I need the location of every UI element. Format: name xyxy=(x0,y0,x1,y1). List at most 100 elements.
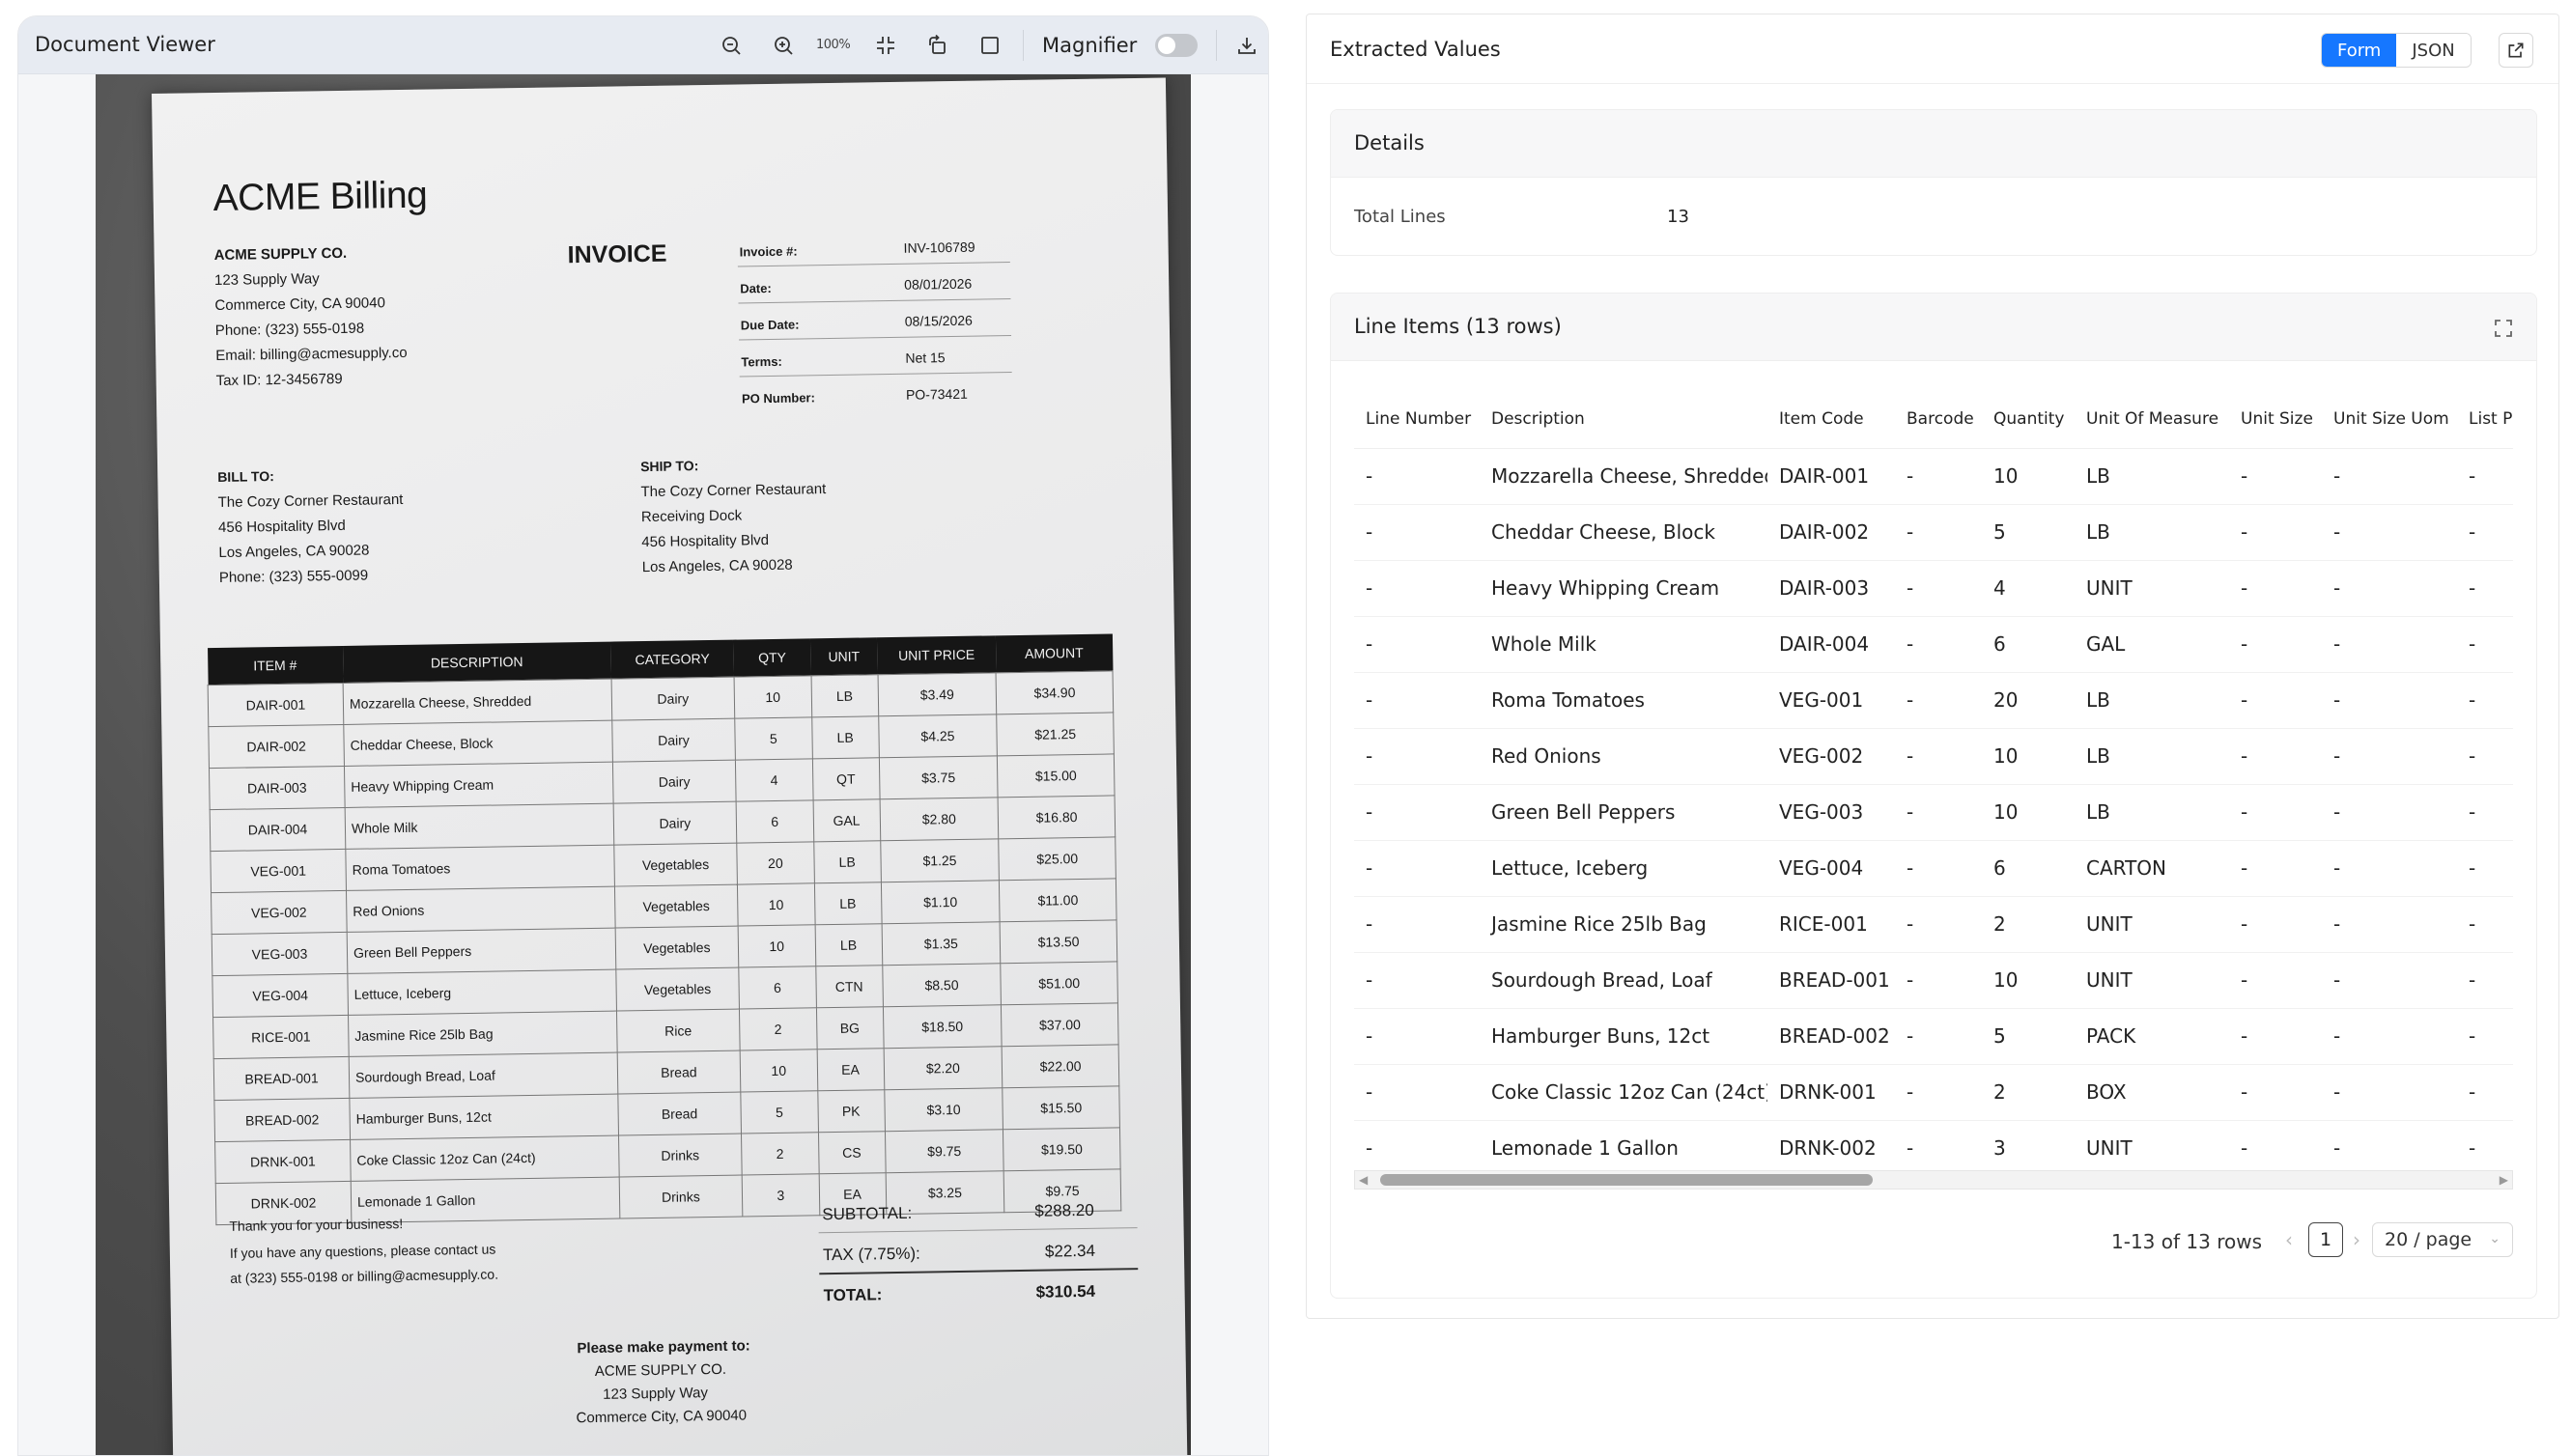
grid-column-header[interactable]: Quantity xyxy=(1982,390,2075,449)
table-row[interactable]: - Jasmine Rice 25lb Bag RICE-001-2 UNIT - - - xyxy=(1354,896,2513,953)
table-row[interactable]: - Cheddar Cheese, Block DAIR-002-5 LB - - - xyxy=(1354,504,2513,561)
invoice-column-header: CATEGORY xyxy=(610,639,734,679)
zoom-level: 100% xyxy=(816,38,851,52)
horizontal-scrollbar[interactable]: ◀ ▶ xyxy=(1354,1170,2513,1190)
invoice-cell: Dairy xyxy=(612,759,737,803)
tab-form[interactable]: Form xyxy=(2322,34,2397,67)
fullscreen-button[interactable] xyxy=(973,28,1007,63)
invoice-cell: $3.75 xyxy=(878,755,999,799)
prev-page-icon[interactable]: ‹ xyxy=(2285,1228,2293,1251)
grid-cell: - xyxy=(2229,616,2322,673)
invoice-cell: $2.80 xyxy=(879,797,1000,841)
grid-column-header[interactable]: Barcode xyxy=(1895,390,1982,449)
fit-screen-button[interactable] xyxy=(868,28,903,63)
grid-cell: 2 xyxy=(1982,1064,2075,1121)
grid-cell: - xyxy=(2322,504,2457,561)
grid-cell: - xyxy=(2457,896,2513,953)
line-items-grid-viewport[interactable]: Line Number Description Item Code Barcode Qu… xyxy=(1354,390,2513,1168)
grid-cell: - xyxy=(1895,504,1982,561)
grid-cell: Roma Tomatoes xyxy=(1480,672,1767,729)
invoice-cell: 10 xyxy=(737,882,815,926)
grid-cell: - xyxy=(2322,448,2457,505)
grid-column-header[interactable]: Unit Of Measure xyxy=(2075,390,2229,449)
line-items-card-header: Line Items (13 rows) xyxy=(1331,294,2536,361)
grid-header-row: Line Number Description Item Code Barcode Qu… xyxy=(1354,390,2513,449)
next-page-icon[interactable]: › xyxy=(2353,1228,2360,1251)
grid-cell: - xyxy=(1895,728,1982,785)
page-1-button[interactable]: 1 xyxy=(2308,1222,2343,1257)
grid-cell: DAIR-004 xyxy=(1767,616,1895,673)
grid-column-header[interactable]: Item Code xyxy=(1767,390,1895,449)
magnifier-toggle[interactable] xyxy=(1155,34,1198,57)
invoice-cell: 6 xyxy=(736,799,814,843)
details-title: Details xyxy=(1354,131,1425,154)
grid-cell: - xyxy=(2229,896,2322,953)
supplier-line: Email: billing@acmesupply.co xyxy=(215,344,408,364)
invoice-cell: Hamburger Buns, 12ct xyxy=(349,1093,619,1139)
grid-cell: 5 xyxy=(1982,1008,2075,1065)
zoom-in-button[interactable] xyxy=(766,28,801,63)
table-row[interactable]: - Roma Tomatoes VEG-001-20 LB - - - xyxy=(1354,672,2513,729)
meta-value: INV-106789 xyxy=(903,238,975,256)
table-row[interactable]: - Whole Milk DAIR-004-6 GAL - - - xyxy=(1354,616,2513,673)
expand-icon[interactable] xyxy=(2492,317,2515,340)
open-external-button[interactable] xyxy=(2499,33,2533,68)
invoice-cell: $1.25 xyxy=(880,838,1000,882)
invoice-cell: Heavy Whipping Cream xyxy=(344,761,613,807)
grid-cell: DRNK-002 xyxy=(1767,1120,1895,1168)
invoice-heading: INVOICE xyxy=(567,239,667,269)
download-button[interactable] xyxy=(1229,28,1264,63)
grid-cell: - xyxy=(1354,504,1480,561)
invoice-cell: Whole Milk xyxy=(345,802,614,849)
meta-divider xyxy=(737,262,1010,267)
grid-column-header[interactable]: Description xyxy=(1480,390,1767,449)
table-row[interactable]: - Green Bell Peppers VEG-003-10 LB - - - xyxy=(1354,784,2513,841)
invoice-cell: LB xyxy=(813,840,881,883)
invoice-cell: EA xyxy=(816,1048,885,1091)
table-row[interactable]: - Lettuce, Iceberg VEG-004-6 CARTON - - - xyxy=(1354,840,2513,897)
rotate-button[interactable] xyxy=(920,28,955,63)
totals-divider xyxy=(819,1268,1139,1275)
invoice-cell: DAIR-002 xyxy=(208,723,345,769)
grid-cell: - xyxy=(2322,896,2457,953)
thank-you-note: Thank you for your business! xyxy=(229,1216,404,1234)
table-row[interactable]: - Mozzarella Cheese, Shredded DAIR-001-10 L… xyxy=(1354,448,2513,505)
invoice-cell: Red Onions xyxy=(346,885,615,932)
payment-line: 123 Supply Way xyxy=(603,1385,709,1403)
grid-cell: - xyxy=(1895,448,1982,505)
download-icon xyxy=(1238,38,1256,54)
scroll-right-icon[interactable]: ▶ xyxy=(2500,1173,2508,1187)
grid-cell: Heavy Whipping Cream xyxy=(1480,560,1767,617)
invoice-cell: Sourdough Bread, Loaf xyxy=(349,1051,618,1098)
grid-cell: - xyxy=(2229,1008,2322,1065)
grid-column-header[interactable]: Unit Size Uom xyxy=(2322,390,2457,449)
grid-column-header[interactable]: Unit Size xyxy=(2229,390,2322,449)
table-row[interactable]: - Lemonade 1 Gallon DRNK-002-3 UNIT - - - xyxy=(1354,1120,2513,1168)
page-size-select[interactable]: 20 / page ⌄ xyxy=(2372,1222,2513,1257)
table-row[interactable]: - Sourdough Bread, Loaf BREAD-001-10 UNIT - -… xyxy=(1354,952,2513,1009)
grid-column-header[interactable]: Line Number xyxy=(1354,390,1480,449)
invoice-cell: Roma Tomatoes xyxy=(345,844,615,890)
invoice-items-table: ITEM # DESCRIPTION CATEGORY QTY UNIT UNIT PRI… xyxy=(207,633,1121,1225)
meta-label: Invoice #: xyxy=(739,243,798,260)
grid-cell: LB xyxy=(2075,728,2229,785)
pagination: 1-13 of 13 rows ‹ 1 › 20 / page ⌄ xyxy=(1331,1222,2536,1261)
table-row[interactable]: - Red Onions VEG-002-10 LB - - - xyxy=(1354,728,2513,785)
document-canvas[interactable]: ACME Billing ACME SUPPLY CO. 123 Supply … xyxy=(96,74,1191,1455)
pagination-range: 1-13 of 13 rows xyxy=(2111,1230,2262,1253)
invoice-cell: $21.25 xyxy=(997,712,1115,756)
table-row[interactable]: - Hamburger Buns, 12ct BREAD-002-5 PACK - - - xyxy=(1354,1008,2513,1065)
table-row[interactable]: - Coke Classic 12oz Can (24ct) DRNK-001-2 B… xyxy=(1354,1064,2513,1121)
tab-json[interactable]: JSON xyxy=(2396,34,2471,67)
grid-column-header[interactable]: List Pr xyxy=(2457,390,2513,449)
scrollbar-thumb[interactable] xyxy=(1380,1174,1873,1186)
grid-cell: CARTON xyxy=(2075,840,2229,897)
table-row[interactable]: - Heavy Whipping Cream DAIR-003-4 UNIT - - - xyxy=(1354,560,2513,617)
grid-cell: - xyxy=(1354,448,1480,505)
grid-cell: 10 xyxy=(1982,784,2075,841)
grid-cell: - xyxy=(2322,952,2457,1009)
grid-cell: - xyxy=(1354,1008,1480,1065)
bill-to-line: Phone: (323) 555-0099 xyxy=(218,567,369,586)
scroll-left-icon[interactable]: ◀ xyxy=(1359,1173,1368,1187)
zoom-out-button[interactable] xyxy=(714,28,749,63)
